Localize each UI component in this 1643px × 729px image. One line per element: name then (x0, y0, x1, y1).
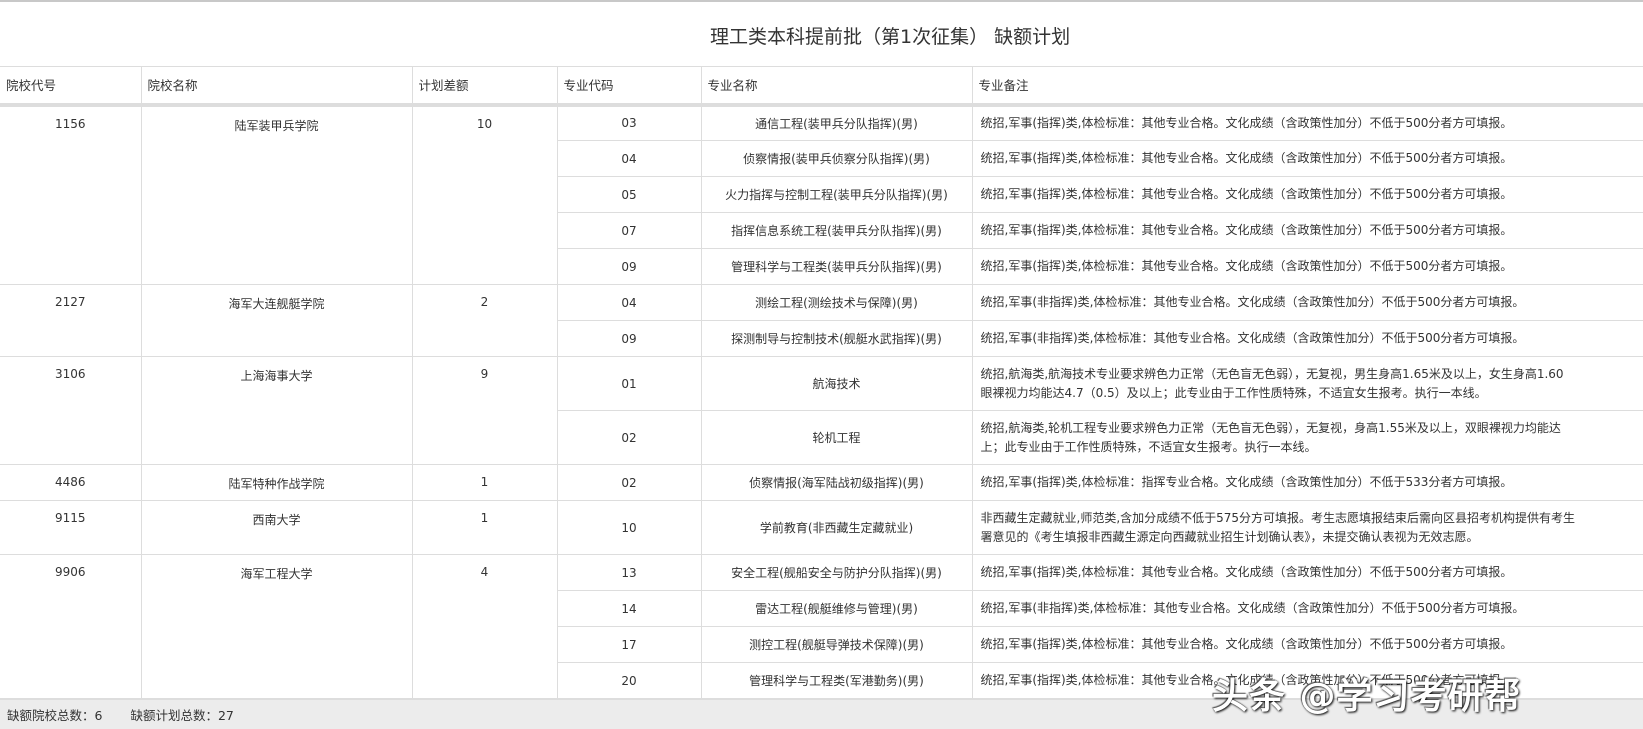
major-name: 通信工程(装甲兵分队指挥)(男) (701, 104, 973, 141)
note-line: 统招,军事(非指挥)类,体检标准：其他专业合格。文化成绩（含政策性加分）不低于5… (980, 601, 1525, 615)
major-note: 统招,军事(非指挥)类,体检标准：其他专业合格。文化成绩（含政策性加分）不低于5… (972, 320, 1643, 357)
major-code: 03 (557, 104, 702, 141)
major-name: 侦察情报(装甲兵侦察分队指挥)(男) (701, 140, 973, 177)
table-row[interactable]: 9115 西南大学 1 10 学前教育(非西藏生定藏就业) 非西藏生定藏就业,师范类,含加… (0, 500, 1643, 555)
school-name: 西南大学 (141, 500, 413, 555)
vacancy-table: 院校代号 院校名称 计划差额 专业代码 专业名称 专业备注 1156 陆军装甲兵学… (0, 66, 1643, 699)
school-code: 9115 (0, 500, 142, 555)
major-name: 管理科学与工程类(军港勤务)(男) (701, 662, 973, 699)
school-name: 陆军特种作战学院 (141, 464, 413, 501)
major-name: 探测制导与控制技术(舰艇水武指挥)(男) (701, 320, 973, 357)
table-row[interactable]: 1156 陆军装甲兵学院 10 03 通信工程(装甲兵分队指挥)(男) 统招,军事(指挥)… (0, 104, 1643, 285)
major-code: 05 (557, 176, 702, 213)
major-code: 09 (557, 248, 702, 285)
major-code: 02 (557, 464, 702, 501)
note-line: 眼裸视力均能达4.7（0.5）及以上；此专业由于工作性质特殊，不适宜女生报考。执… (980, 385, 1487, 400)
plan-count: 缺额计划总数：27 (130, 708, 234, 723)
major-code: 09 (557, 320, 702, 357)
school-code: 4486 (0, 464, 142, 501)
note-line: 统招,军事(指挥)类,体检标准：其他专业合格。文化成绩（含政策性加分）不低于50… (980, 151, 1513, 165)
page-title: 理工类本科提前批（第1次征集） 缺额计划 (710, 26, 1071, 48)
major-note: 统招,军事(指挥)类,体检标准：其他专业合格。文化成绩（含政策性加分）不低于50… (972, 176, 1643, 213)
plan-diff: 9 (412, 356, 558, 465)
major-name: 安全工程(舰船安全与防护分队指挥)(男) (701, 554, 973, 591)
page: 理工类本科提前批（第1次征集） 缺额计划 院校代号 院校名称 计划差额 专业代码… (0, 0, 1643, 729)
header-school-code[interactable]: 院校代号 (0, 66, 142, 107)
major-note: 统招,军事(非指挥)类,体检标准：其他专业合格。文化成绩（含政策性加分）不低于5… (972, 284, 1643, 321)
major-name: 测绘工程(测绘技术与保障)(男) (701, 284, 973, 321)
major-note: 统招,军事(指挥)类,体检标准：其他专业合格。文化成绩（含政策性加分）不低于50… (972, 554, 1643, 591)
note-line: 署意见的《考生填报非西藏生源定向西藏就业招生计划确认表》，未提交确认表视为无效志… (980, 529, 1479, 544)
major-note: 统招,航海类,航海技术专业要求辨色力正常（无色盲无色弱），无复视，男生身高1.6… (972, 356, 1643, 411)
note-line: 统招,军事(非指挥)类,体检标准：其他专业合格。文化成绩（含政策性加分）不低于5… (980, 295, 1525, 309)
table-row[interactable]: 3106 上海海事大学 9 01 航海技术 统招,航海类,航海技术专业要求辨色力正常（无色… (0, 356, 1643, 465)
major-code: 17 (557, 626, 702, 663)
school-code: 1156 (0, 104, 142, 285)
major-name: 指挥信息系统工程(装甲兵分队指挥)(男) (701, 212, 973, 249)
major-name: 管理科学与工程类(装甲兵分队指挥)(男) (701, 248, 973, 285)
note-line: 统招,航海类,轮机工程专业要求辨色力正常（无色盲无色弱），无复视，身高1.55米… (980, 420, 1561, 435)
major-note: 统招,军事(非指挥)类,体检标准：其他专业合格。文化成绩（含政策性加分）不低于5… (972, 590, 1643, 627)
major-code: 14 (557, 590, 702, 627)
note-line: 统招,军事(指挥)类,体检标准：其他专业合格。文化成绩（含政策性加分）不低于50… (980, 259, 1513, 273)
header-school-name[interactable]: 院校名称 (141, 66, 413, 107)
header-major-code[interactable]: 专业代码 (557, 66, 702, 107)
note-line: 统招,军事(指挥)类,体检标准：其他专业合格。文化成绩（含政策性加分）不低于50… (980, 637, 1513, 651)
note-line: 统招,航海类,航海技术专业要求辨色力正常（无色盲无色弱），无复视，男生身高1.6… (980, 366, 1564, 381)
note-line: 统招,军事(指挥)类,体检标准：其他专业合格。文化成绩（含政策性加分）不低于50… (980, 115, 1513, 130)
major-code: 04 (557, 284, 702, 321)
table-row[interactable]: 9906 海军工程大学 4 13 安全工程(舰船安全与防护分队指挥)(男) 统招,军事(指… (0, 554, 1643, 699)
major-code: 20 (557, 662, 702, 699)
school-code: 9906 (0, 554, 142, 699)
major-note: 非西藏生定藏就业,师范类,含加分成绩不低于575分方可填报。考生志愿填报结束后需… (972, 500, 1643, 555)
note-line: 上；此专业由于工作性质特殊，不适宜女生报考。执行一本线。 (980, 439, 1317, 454)
school-name: 陆军装甲兵学院 (141, 104, 413, 285)
plan-diff: 10 (412, 104, 558, 285)
major-name: 轮机工程 (701, 410, 973, 465)
major-note: 统招,军事(指挥)类,体检标准：其他专业合格。文化成绩（含政策性加分）不低于50… (972, 248, 1643, 285)
plan-diff: 4 (412, 554, 558, 699)
school-count: 缺额院校总数：6 (7, 708, 103, 723)
major-note: 统招,航海类,轮机工程专业要求辨色力正常（无色盲无色弱），无复视，身高1.55米… (972, 410, 1643, 465)
header-major-note[interactable]: 专业备注 (972, 66, 1643, 107)
note-line: 统招,军事(指挥)类,体检标准：指挥专业合格。文化成绩（含政策性加分）不低于53… (980, 475, 1513, 489)
table-header-row: 院校代号 院校名称 计划差额 专业代码 专业名称 专业备注 (0, 66, 1643, 107)
note-line: 统招,军事(指挥)类,体检标准：其他专业合格。文化成绩（含政策性加分）不低于50… (980, 223, 1513, 237)
major-note: 统招,军事(指挥)类,体检标准：其他专业合格。文化成绩（含政策性加分）不低于50… (972, 140, 1643, 177)
school-code: 3106 (0, 356, 142, 465)
major-note: 统招,军事(指挥)类,体检标准：其他专业合格。文化成绩（含政策性加分）不低于50… (972, 626, 1643, 663)
note-line: 非西藏生定藏就业,师范类,含加分成绩不低于575分方可填报。考生志愿填报结束后需… (980, 510, 1576, 525)
major-note: 统招,军事(指挥)类,体检标准：指挥专业合格。文化成绩（含政策性加分）不低于53… (972, 464, 1643, 501)
major-code: 04 (557, 140, 702, 177)
plan-diff: 1 (412, 500, 558, 555)
header-major-name[interactable]: 专业名称 (701, 66, 973, 107)
note-line: 统招,军事(非指挥)类,体检标准：其他专业合格。文化成绩（含政策性加分）不低于5… (980, 331, 1525, 345)
major-name: 测控工程(舰艇导弹技术保障)(男) (701, 626, 973, 663)
note-line: 统招,军事(指挥)类,体检标准：其他专业合格。文化成绩（含政策性加分）不低于50… (980, 565, 1513, 579)
major-name: 学前教育(非西藏生定藏就业) (701, 500, 973, 555)
note-line: 统招,军事(指挥)类,体检标准：其他专业合格。文化成绩（含政策性加分）不低于50… (980, 187, 1513, 201)
school-name: 海军大连舰艇学院 (141, 284, 413, 357)
watermark: 头条 @学习考研帮 (1212, 676, 1522, 717)
major-code: 07 (557, 212, 702, 249)
major-name: 雷达工程(舰艇维修与管理)(男) (701, 590, 973, 627)
major-note: 统招,军事(指挥)类,体检标准：其他专业合格。文化成绩（含政策性加分）不低于50… (972, 212, 1643, 249)
major-name: 火力指挥与控制工程(装甲兵分队指挥)(男) (701, 176, 973, 213)
header-plan-diff[interactable]: 计划差额 (412, 66, 558, 107)
major-name: 航海技术 (701, 356, 973, 411)
major-note: 统招,军事(指挥)类,体检标准：其他专业合格。文化成绩（含政策性加分）不低于50… (972, 104, 1643, 141)
major-name: 侦察情报(海军陆战初级指挥)(男) (701, 464, 973, 501)
school-name: 上海海事大学 (141, 356, 413, 465)
school-name: 海军工程大学 (141, 554, 413, 699)
major-code: 10 (557, 500, 702, 555)
table-row[interactable]: 4486 陆军特种作战学院 1 02 侦察情报(海军陆战初级指挥)(男) 统招,军事(指挥… (0, 464, 1643, 501)
school-code: 2127 (0, 284, 142, 357)
plan-diff: 2 (412, 284, 558, 357)
major-code: 13 (557, 554, 702, 591)
major-code: 02 (557, 410, 702, 465)
table-row[interactable]: 2127 海军大连舰艇学院 2 04 测绘工程(测绘技术与保障)(男) 统招,军事(非指挥… (0, 284, 1643, 357)
plan-diff: 1 (412, 464, 558, 501)
major-code: 01 (557, 356, 702, 411)
